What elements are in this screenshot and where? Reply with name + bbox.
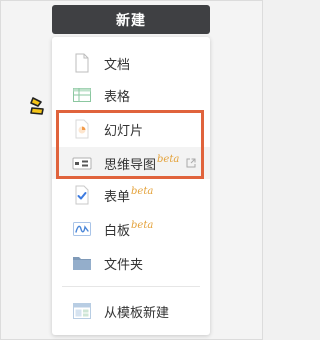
- menu-item-label: 文档: [104, 58, 131, 73]
- menu-item-whiteboard[interactable]: 白板beta: [52, 213, 210, 245]
- form-icon: [75, 185, 89, 205]
- menu-item-label-wrap: 表单beta: [104, 186, 153, 205]
- template-icon: [73, 303, 91, 319]
- menu-item-label: 表格: [104, 90, 131, 105]
- beta-badge: beta: [131, 186, 154, 197]
- menu-item-label-wrap: 白板beta: [104, 220, 153, 239]
- sparkle-icon: [30, 97, 44, 115]
- menu-item-form[interactable]: 表单beta: [52, 179, 210, 211]
- menu-item-sheet[interactable]: 表格: [52, 79, 210, 111]
- new-button[interactable]: 新建: [52, 5, 210, 34]
- annotation-highlight-box: [56, 110, 204, 179]
- new-button-label: 新建: [116, 12, 146, 29]
- menu-item-document[interactable]: 文档: [52, 47, 210, 79]
- menu-item-label: 白板: [104, 224, 131, 239]
- menu-divider: [62, 286, 200, 287]
- beta-badge: beta: [131, 220, 154, 231]
- menu-item-label: 文件夹: [104, 258, 144, 273]
- menu-item-from-template[interactable]: 从模板新建: [52, 295, 210, 327]
- new-dropdown-menu: 文档 表格 幻灯片 思维导图beta 表单beta 白板beta 文件夹 从模板…: [52, 37, 210, 335]
- folder-icon: [73, 257, 91, 270]
- sheet-icon: [73, 88, 91, 102]
- document-icon: [75, 53, 89, 73]
- whiteboard-icon: [73, 222, 91, 236]
- menu-item-label: 从模板新建: [104, 306, 170, 321]
- menu-item-label: 表单: [104, 190, 131, 205]
- menu-item-folder[interactable]: 文件夹: [52, 247, 210, 279]
